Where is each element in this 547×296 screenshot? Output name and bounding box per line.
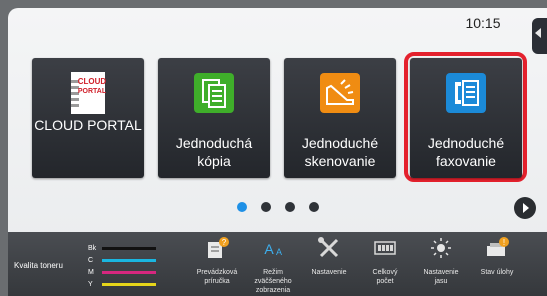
fax-icon (446, 73, 486, 113)
portal-logo-text: PORTAL (78, 88, 107, 95)
manual-icon: ? (208, 237, 229, 258)
next-page-button[interactable] (514, 197, 536, 219)
cloud-logo-text: CLOUD (78, 77, 107, 86)
svg-text:?: ? (222, 238, 227, 247)
page-dot[interactable] (285, 202, 295, 212)
page-dot[interactable] (309, 202, 319, 212)
enlarge-icon: A A (264, 241, 282, 257)
tile-easy-fax[interactable]: Jednoduché faxovanie (410, 58, 522, 178)
toner-label: Kvalita toneru (14, 261, 63, 270)
enlarge-mode-button[interactable]: A A Režim zväčšeného zobrazenia (248, 236, 298, 295)
clock: 10:15 (465, 15, 501, 31)
toner-bar (102, 271, 156, 274)
side-panel-toggle[interactable] (532, 18, 547, 54)
brightness-icon (431, 238, 451, 258)
tile-label: Jednoduché faxovanie (427, 135, 505, 169)
tile-cloud-portal[interactable]: CLOUD PORTAL CLOUD PORTAL (32, 58, 144, 178)
tile-easy-copy[interactable]: Jednoduchá kópia (158, 58, 270, 178)
toner-bar (102, 283, 156, 286)
svg-text:A: A (264, 241, 274, 257)
counter-icon (374, 241, 396, 255)
copy-icon (194, 73, 234, 113)
home-screen: 10:15 CLOUD PORTAL CLOUD PORTAL Jednoduc… (0, 0, 547, 296)
toner-bar (102, 247, 156, 250)
tile-label: CLOUD PORTAL (34, 117, 142, 133)
brightness-button[interactable]: Nastavenie jasu (416, 236, 466, 286)
job-status-button[interactable]: ! Stav úlohy (472, 236, 522, 277)
page-dot-active[interactable] (237, 202, 247, 212)
total-count-button[interactable]: Celkový počet (360, 236, 410, 286)
scan-icon (320, 73, 360, 113)
operation-guide-button[interactable]: ? Prevádzková príručka (192, 236, 242, 286)
svg-text:!: ! (503, 238, 505, 247)
tile-easy-scan[interactable]: Jednoduché skenovanie (284, 58, 396, 178)
page-dot[interactable] (261, 202, 271, 212)
tile-label: Jednoduchá kópia (175, 135, 253, 169)
tile-label: Jednoduché skenovanie (301, 135, 379, 169)
job-status-icon: ! (487, 237, 509, 256)
chevron-right-icon (523, 203, 529, 213)
settings-button[interactable]: Nastavenie (304, 236, 354, 277)
settings-icon (318, 237, 339, 258)
toner-bar (102, 259, 156, 262)
svg-text:A: A (276, 247, 282, 257)
cloud-portal-icon: CLOUD PORTAL (71, 72, 107, 114)
chevron-left-icon (535, 28, 541, 38)
